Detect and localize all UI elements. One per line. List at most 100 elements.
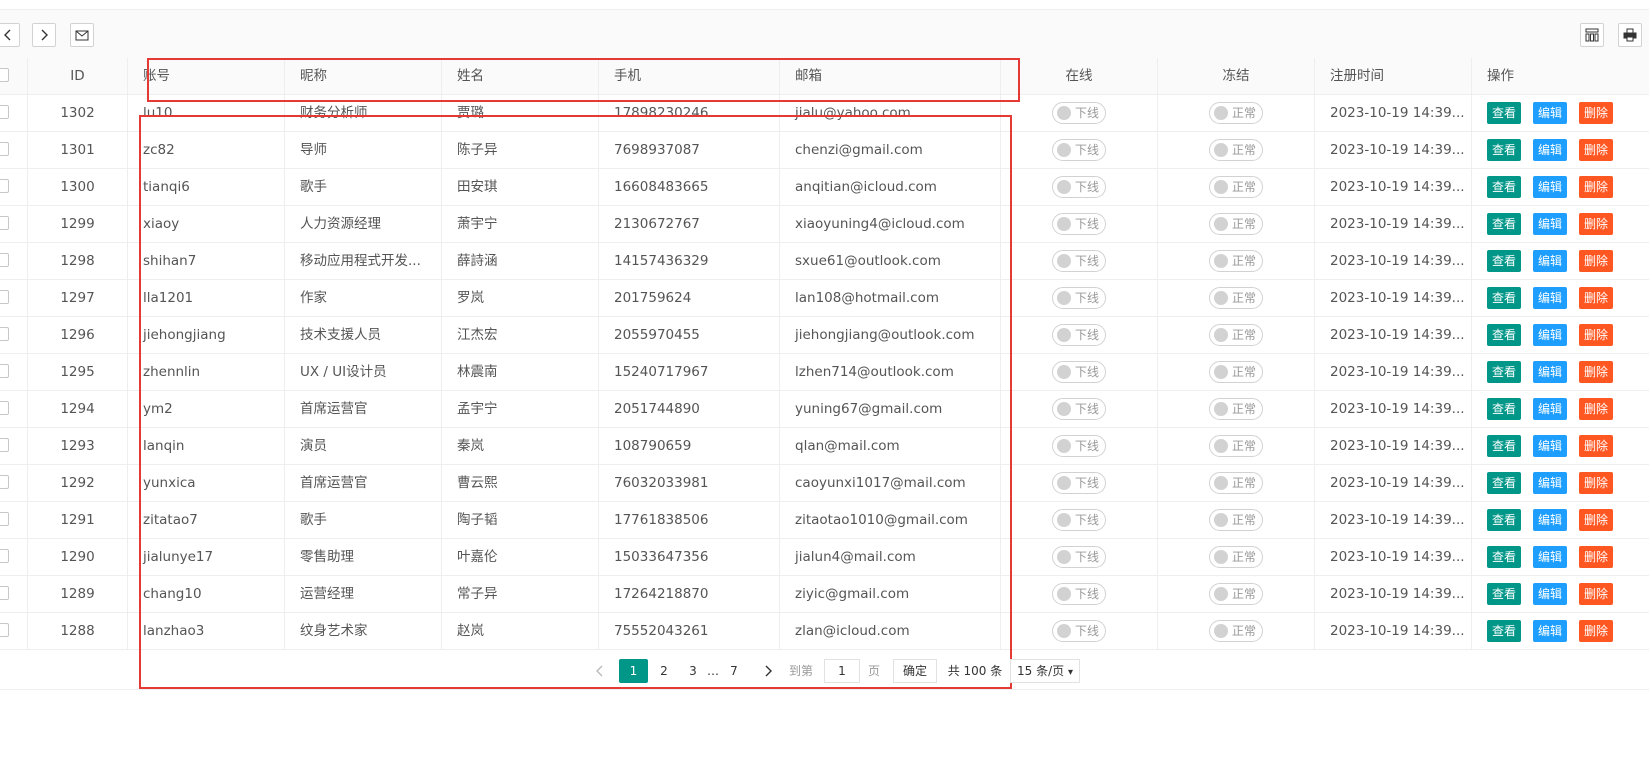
edit-button[interactable]: 编辑 [1533,546,1568,568]
row-checkbox[interactable] [0,253,9,267]
print-button[interactable] [1618,23,1642,47]
delete-button[interactable]: 删除 [1579,435,1614,457]
page-size-select[interactable]: 15 条/页 ▾ [1010,659,1080,683]
view-button[interactable]: 查看 [1487,176,1522,198]
delete-button[interactable]: 删除 [1579,472,1614,494]
edit-button[interactable]: 编辑 [1533,213,1568,235]
edit-button[interactable]: 编辑 [1533,176,1568,198]
page-1[interactable]: 1 [619,659,648,683]
edit-button[interactable]: 编辑 [1533,361,1568,383]
frozen-toggle[interactable]: 正常 [1209,176,1263,198]
frozen-toggle[interactable]: 正常 [1209,213,1263,235]
online-toggle[interactable]: 下线 [1052,250,1106,272]
view-button[interactable]: 查看 [1487,324,1522,346]
delete-button[interactable]: 删除 [1579,583,1614,605]
goto-page-input[interactable]: 1 [824,659,860,683]
table-row[interactable]: 1288 lanzhao3 纹身艺术家 赵岚 75552043261 zlan@iclou… [0,613,1649,650]
table-row[interactable]: 1294 ym2 首席运营官 孟宇宁 2051744890 yuning67@gmail.… [0,391,1649,428]
view-button[interactable]: 查看 [1487,250,1522,272]
online-toggle[interactable]: 下线 [1052,583,1106,605]
row-checkbox[interactable] [0,216,9,230]
prev-page-button[interactable] [588,659,612,683]
table-row[interactable]: 1301 zc82 导师 陈子异 7698937087 chenzi@gmail.com 下… [0,132,1649,169]
view-button[interactable]: 查看 [1487,361,1522,383]
row-checkbox[interactable] [0,364,9,378]
delete-button[interactable]: 删除 [1579,398,1614,420]
frozen-toggle[interactable]: 正常 [1209,620,1263,642]
edit-button[interactable]: 编辑 [1533,102,1568,124]
table-row[interactable]: 1289 chang10 运营经理 常子异 17264218870 ziyic@gmail… [0,576,1649,613]
table-row[interactable]: 1295 zhennlin UX / UI设计员 林震南 15240717967 lzhe… [0,354,1649,391]
online-toggle[interactable]: 下线 [1052,509,1106,531]
edit-button[interactable]: 编辑 [1533,287,1568,309]
delete-button[interactable]: 删除 [1579,139,1614,161]
view-button[interactable]: 查看 [1487,583,1522,605]
online-toggle[interactable]: 下线 [1052,102,1106,124]
online-toggle[interactable]: 下线 [1052,324,1106,346]
row-checkbox[interactable] [0,142,9,156]
row-checkbox[interactable] [0,105,9,119]
row-checkbox[interactable] [0,549,9,563]
edit-button[interactable]: 编辑 [1533,398,1568,420]
frozen-toggle[interactable]: 正常 [1209,250,1263,272]
edit-button[interactable]: 编辑 [1533,139,1568,161]
row-checkbox[interactable] [0,290,9,304]
frozen-toggle[interactable]: 正常 [1209,324,1263,346]
view-button[interactable]: 查看 [1487,398,1522,420]
online-toggle[interactable]: 下线 [1052,398,1106,420]
frozen-toggle[interactable]: 正常 [1209,472,1263,494]
table-row[interactable]: 1302 lu10 财务分析师 贾璐 17898230246 jialu@yahoo.co… [0,95,1649,132]
edit-button[interactable]: 编辑 [1533,324,1568,346]
view-button[interactable]: 查看 [1487,546,1522,568]
frozen-toggle[interactable]: 正常 [1209,287,1263,309]
table-row[interactable]: 1299 xiaoy 人力资源经理 萧宇宁 2130672767 xiaoyuning4@… [0,206,1649,243]
row-checkbox[interactable] [0,401,9,415]
page-7[interactable]: 7 [720,659,748,683]
table-row[interactable]: 1292 yunxica 首席运营官 曹云熙 76032033981 caoyunxi10… [0,465,1649,502]
row-checkbox[interactable] [0,438,9,452]
delete-button[interactable]: 删除 [1579,361,1614,383]
view-button[interactable]: 查看 [1487,139,1522,161]
next-button[interactable] [32,23,56,47]
online-toggle[interactable]: 下线 [1052,472,1106,494]
online-toggle[interactable]: 下线 [1052,620,1106,642]
table-row[interactable]: 1290 jialunye17 零售助理 叶嘉伦 15033647356 jialun4@… [0,539,1649,576]
edit-button[interactable]: 编辑 [1533,250,1568,272]
goto-confirm-button[interactable]: 确定 [893,659,938,683]
view-button[interactable]: 查看 [1487,102,1522,124]
frozen-toggle[interactable]: 正常 [1209,102,1263,124]
online-toggle[interactable]: 下线 [1052,176,1106,198]
row-checkbox[interactable] [0,475,9,489]
frozen-toggle[interactable]: 正常 [1209,583,1263,605]
online-toggle[interactable]: 下线 [1052,361,1106,383]
view-button[interactable]: 查看 [1487,213,1522,235]
row-checkbox[interactable] [0,179,9,193]
table-row[interactable]: 1298 shihan7 移动应用程式开发... 薛詩涵 14157436329 sxue… [0,243,1649,280]
frozen-toggle[interactable]: 正常 [1209,398,1263,420]
delete-button[interactable]: 删除 [1579,620,1614,642]
delete-button[interactable]: 删除 [1579,250,1614,272]
page-2[interactable]: 2 [650,659,678,683]
delete-button[interactable]: 删除 [1579,213,1614,235]
edit-button[interactable]: 编辑 [1533,435,1568,457]
frozen-toggle[interactable]: 正常 [1209,546,1263,568]
row-checkbox[interactable] [0,623,9,637]
delete-button[interactable]: 删除 [1579,176,1614,198]
row-checkbox[interactable] [0,327,9,341]
table-row[interactable]: 1296 jiehongjiang 技术支援人员 江杰宏 2055970455 jieho… [0,317,1649,354]
online-toggle[interactable]: 下线 [1052,139,1106,161]
edit-button[interactable]: 编辑 [1533,472,1568,494]
online-toggle[interactable]: 下线 [1052,546,1106,568]
row-checkbox[interactable] [0,586,9,600]
delete-button[interactable]: 删除 [1579,509,1614,531]
mail-button[interactable] [70,23,94,47]
delete-button[interactable]: 删除 [1579,102,1614,124]
view-button[interactable]: 查看 [1487,287,1522,309]
edit-button[interactable]: 编辑 [1533,583,1568,605]
online-toggle[interactable]: 下线 [1052,287,1106,309]
select-all-checkbox[interactable] [0,68,9,82]
frozen-toggle[interactable]: 正常 [1209,139,1263,161]
view-button[interactable]: 查看 [1487,620,1522,642]
delete-button[interactable]: 删除 [1579,324,1614,346]
columns-button[interactable] [1580,23,1604,47]
